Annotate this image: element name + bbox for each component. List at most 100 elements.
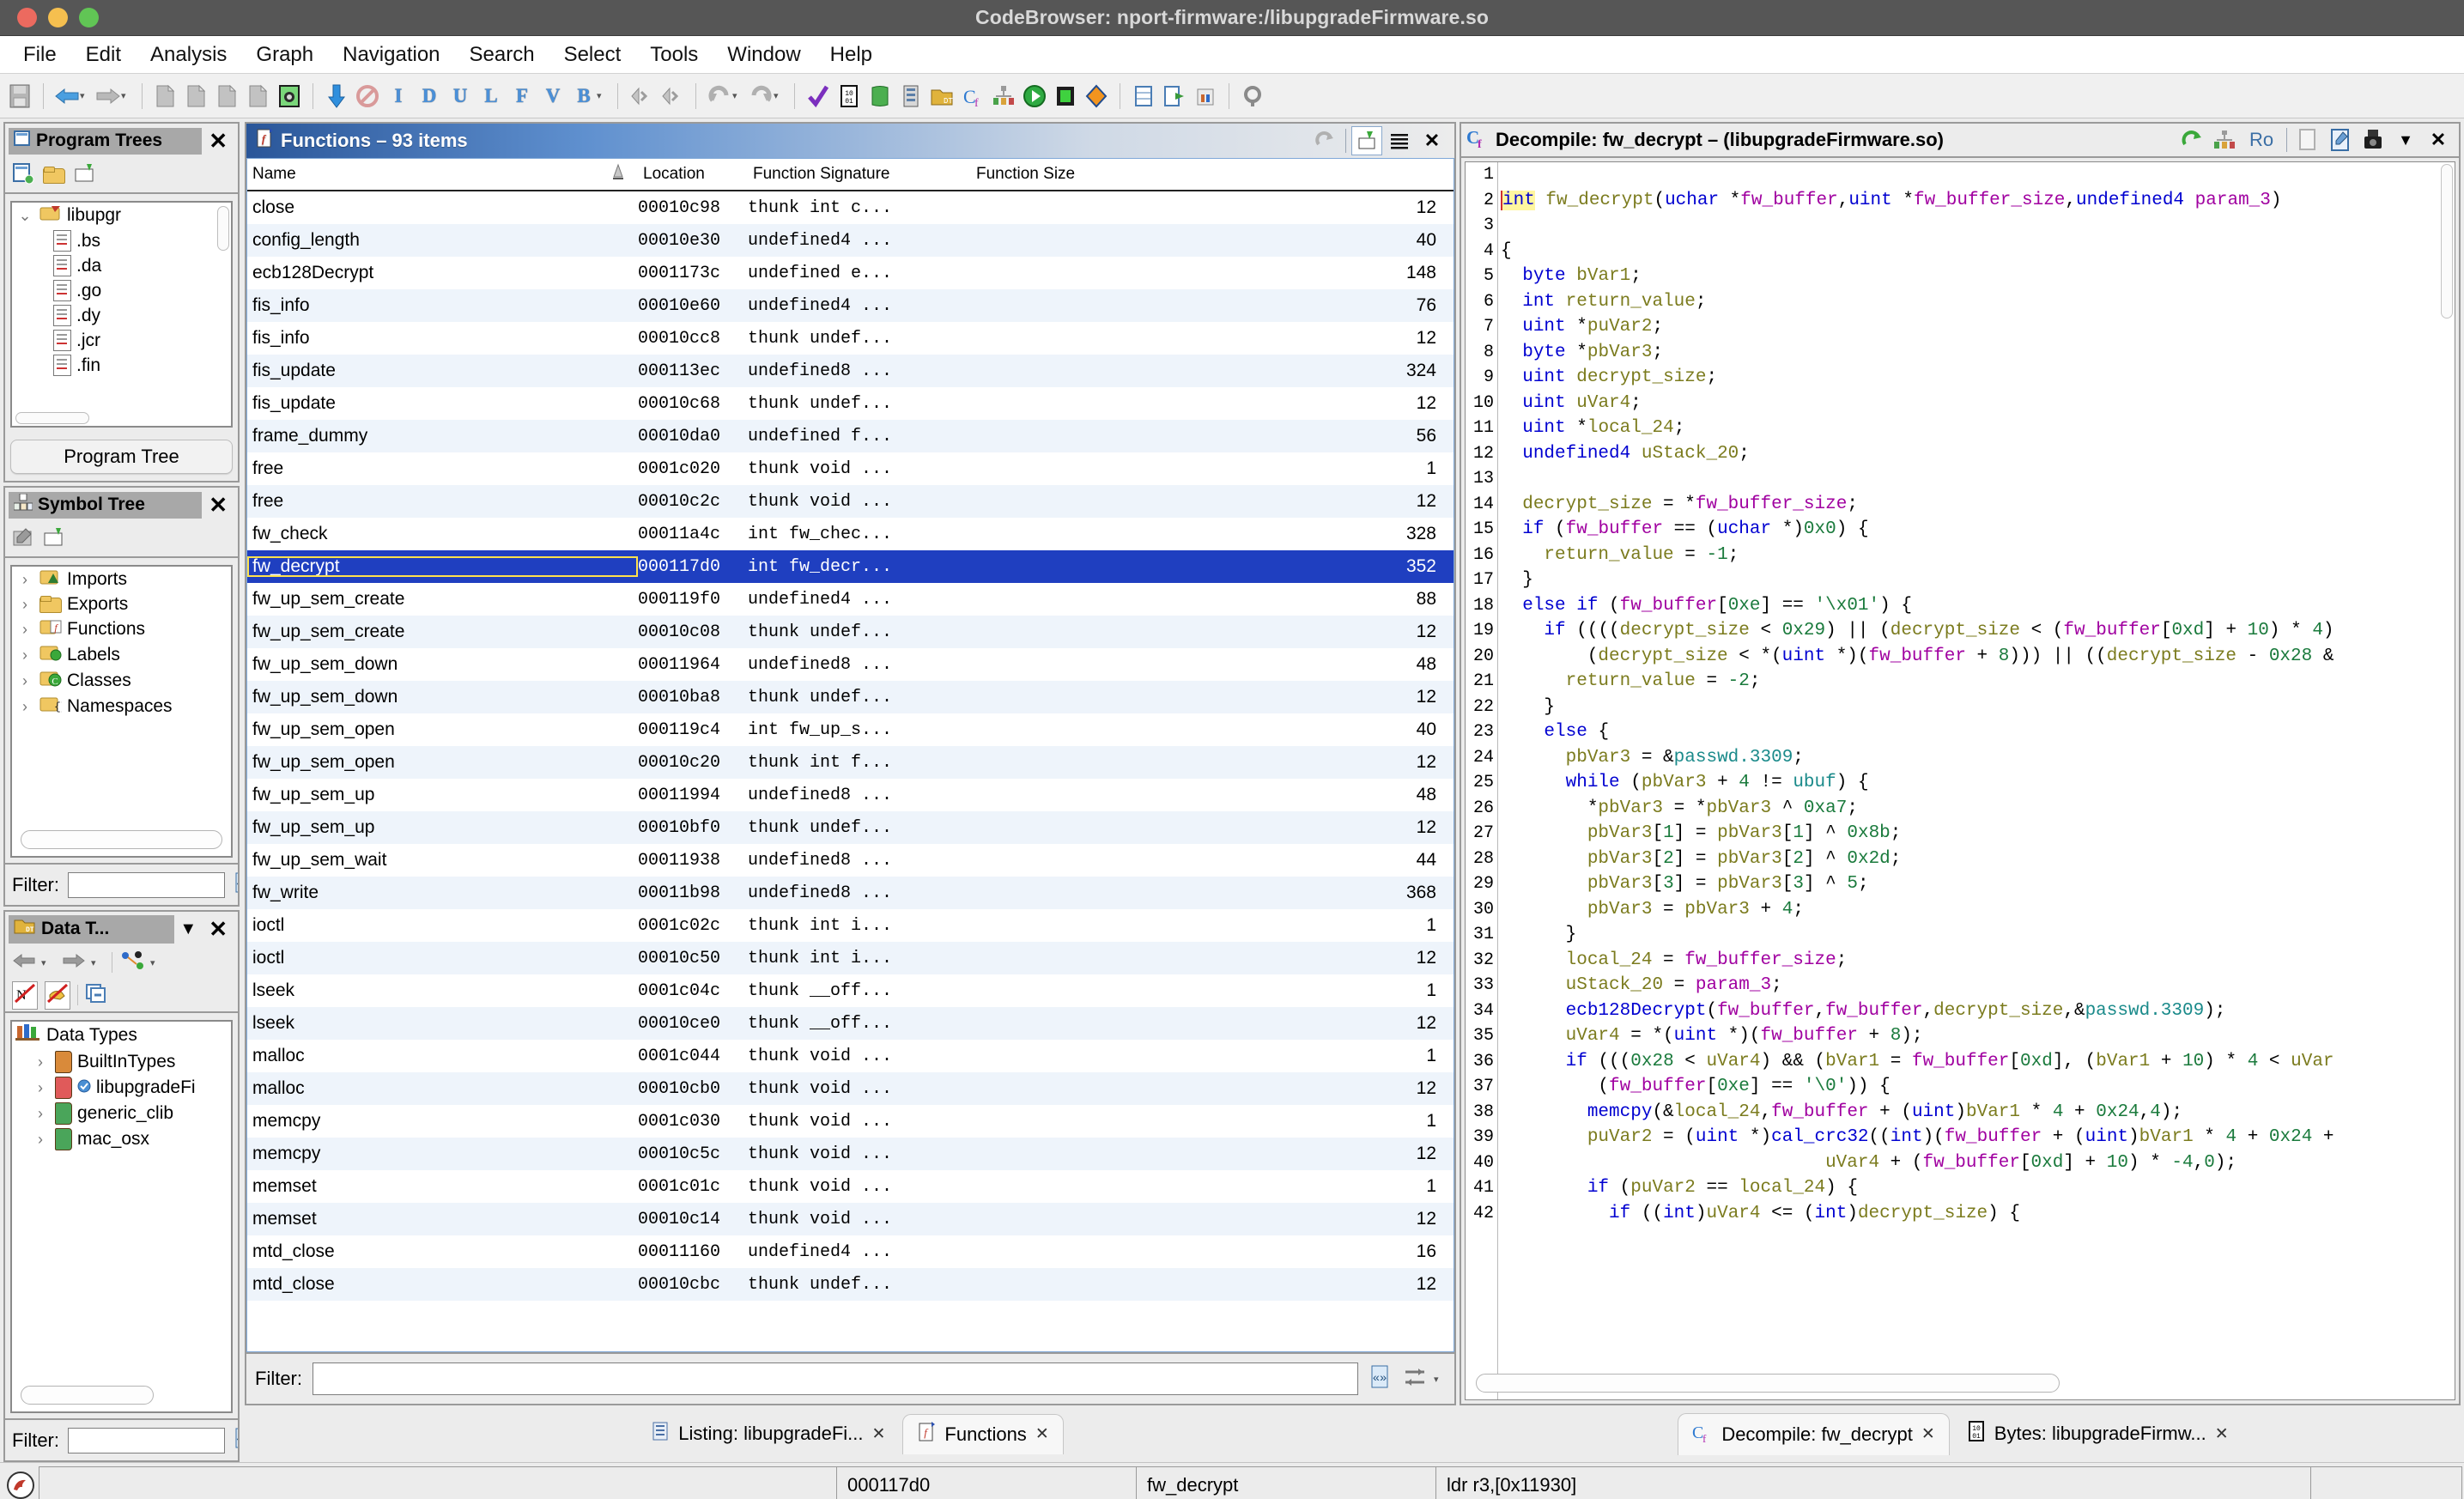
code-line[interactable]: int return_value; (1501, 289, 2455, 315)
table-row[interactable]: fw_decrypt 000117d0 int fw_decr... 352 (247, 550, 1454, 583)
archive-icon[interactable] (1191, 82, 1220, 111)
copy-icon[interactable] (2292, 125, 2323, 155)
functions-table[interactable]: Name Location Function Signature Functio… (246, 158, 1454, 1352)
table-row[interactable]: fw_up_sem_create 000119f0 undefined4 ... 88 (247, 583, 1454, 616)
select-forward-icon[interactable] (627, 82, 656, 111)
import-icon[interactable] (182, 82, 211, 111)
code-line[interactable]: uint uVar4; (1501, 391, 2455, 416)
code-line[interactable]: else { (1501, 719, 2455, 745)
program-trees-close-icon[interactable]: ✕ (202, 128, 234, 155)
code-line[interactable]: else if (fw_buffer[0xe] == '\x01') { (1501, 593, 2455, 619)
code-line[interactable]: uVar4 + (fw_buffer[0xd] + 10) * -4,0); (1501, 1150, 2455, 1176)
functions-table-body[interactable]: close 00010c98 thunk int c... 12 config_leng… (247, 191, 1454, 1351)
code-line[interactable]: if (((0x28 < uVar4) && (bVar1 = fw_buffe… (1501, 1049, 2455, 1075)
table-row[interactable]: mtd_close 00011160 undefined4 ... 16 (247, 1235, 1454, 1268)
toolbar-letter-i-icon[interactable]: I (384, 82, 413, 111)
chevron-right-icon[interactable]: › (15, 698, 34, 716)
menu-select[interactable]: Select (549, 40, 636, 70)
code-line[interactable]: ecb128Decrypt(fw_buffer,fw_buffer,decryp… (1501, 998, 2455, 1024)
refresh-icon[interactable] (2176, 125, 2207, 155)
save-icon[interactable] (5, 82, 34, 111)
forward-history-chevron-down-icon[interactable]: ▾ (121, 90, 133, 101)
chevron-right-icon[interactable]: › (15, 646, 34, 665)
menu-tools[interactable]: Tools (635, 40, 713, 70)
edit-icon[interactable] (2325, 125, 2356, 155)
select-rows-icon[interactable] (1351, 126, 1382, 155)
code-line[interactable]: pbVar3[2] = pbVar3[2] ^ 0x2d; (1501, 847, 2455, 872)
code-line[interactable]: (fw_buffer[0xe] == '\0')) { (1501, 1074, 2455, 1100)
table-row[interactable]: fw_up_sem_open 000119c4 int fw_up_s... 40 (247, 713, 1454, 746)
processor-icon[interactable] (1051, 82, 1080, 111)
table-row[interactable]: fw_check 00011a4c int fw_chec... 328 (247, 518, 1454, 550)
code-line[interactable]: if ((((decrypt_size < 0x29) || (decrypt_… (1501, 618, 2455, 644)
symbol-tree-close-icon[interactable]: ✕ (202, 492, 234, 519)
table-row[interactable]: ecb128Decrypt 0001173c undefined e... 148 (247, 257, 1454, 289)
table-row[interactable]: ioctl 00010c50 thunk int i... 12 (247, 942, 1454, 974)
table-row[interactable]: fis_info 00010e60 undefined4 ... 76 (247, 289, 1454, 322)
code-line[interactable]: uVar4 = *(uint *)(fw_buffer + 8); (1501, 1023, 2455, 1049)
list-item[interactable]: .dy (12, 303, 231, 328)
graph-chevron-down-icon[interactable]: ▾ (150, 957, 162, 968)
chevron-right-icon[interactable]: › (15, 571, 34, 589)
bytes-icon[interactable]: 10 01 (834, 82, 864, 111)
new-tree-icon[interactable] (12, 162, 34, 189)
data-types-tree[interactable]: Data Types › BuiltInTypes › libupgradeFi (10, 1020, 233, 1413)
list-item[interactable]: .bs (12, 228, 231, 253)
close-icon[interactable]: ✕ (1417, 126, 1447, 155)
menu-edit[interactable]: Edit (71, 40, 136, 70)
filter-options-icon[interactable]: «» (234, 871, 238, 898)
code-line[interactable] (1501, 162, 2455, 188)
sidebar-item-functions[interactable]: › f Functions (12, 616, 231, 642)
code-line[interactable]: { (1501, 239, 2455, 264)
table-row[interactable]: free 00010c2c thunk void ... 12 (247, 485, 1454, 518)
snapshot-icon[interactable] (2358, 125, 2388, 155)
close-icon[interactable]: ✕ (2423, 125, 2454, 155)
back-history-chevron-down-icon[interactable]: ▾ (80, 90, 92, 101)
table-row[interactable]: config_length 00010e30 undefined4 ... 40 (247, 224, 1454, 257)
export-icon[interactable] (151, 82, 180, 111)
scrollbar-horizontal[interactable] (1476, 1374, 2060, 1393)
symbol-tree-tree[interactable]: › Imports › Exports › f Functions › Labe… (10, 565, 233, 858)
table-row[interactable]: fw_up_sem_open 00010c20 thunk int f... 12 (247, 746, 1454, 779)
menu-search[interactable]: Search (455, 40, 549, 70)
snapshot-icon[interactable] (275, 82, 304, 111)
menu-file[interactable]: File (9, 40, 71, 70)
export-table-icon[interactable] (1160, 82, 1189, 111)
code-line[interactable]: *pbVar3 = *pbVar3 ^ 0xa7; (1501, 796, 2455, 822)
filter-chevron-down-icon[interactable]: ▾ (1434, 1374, 1446, 1385)
table-row[interactable]: fis_update 000113ec undefined8 ... 324 (247, 355, 1454, 387)
chevron-right-icon[interactable]: › (15, 596, 34, 614)
toolbar-letter-b-icon[interactable]: B (569, 82, 598, 111)
table-row[interactable]: fis_info 00010cc8 thunk undef... 12 (247, 322, 1454, 355)
code-line[interactable]: } (1501, 567, 2455, 593)
sidebar-item-exports[interactable]: › Exports (12, 592, 231, 616)
paste-special-icon[interactable] (244, 82, 273, 111)
table-row[interactable]: fw_write 00011b98 undefined8 ... 368 (247, 877, 1454, 909)
read-only-toggle[interactable]: Ro (2242, 125, 2281, 155)
undo-icon[interactable] (705, 82, 734, 111)
toolbar-letter-u-icon[interactable]: U (446, 82, 475, 111)
code-line[interactable]: pbVar3 = &passwd.3309; (1501, 745, 2455, 771)
table-row[interactable]: fis_update 00010c68 thunk undef... 12 (247, 387, 1454, 420)
toolbar-letter-d-icon[interactable]: D (415, 82, 444, 111)
table-row[interactable]: memset 0001c01c thunk void ... 1 (247, 1170, 1454, 1203)
memory-map-icon[interactable] (865, 82, 895, 111)
program-tree-button[interactable]: Program Tree (10, 440, 233, 474)
list-item[interactable]: .fin (12, 353, 231, 378)
code-line[interactable]: pbVar3[1] = pbVar3[1] ^ 0x8b; (1501, 821, 2455, 847)
list-item[interactable]: .da (12, 253, 231, 278)
menu-lines-icon[interactable] (1384, 126, 1415, 155)
chevron-down-icon[interactable]: ⌄ (15, 207, 34, 225)
table-row[interactable]: fw_up_sem_up 00010bf0 thunk undef... 12 (247, 811, 1454, 844)
data-types-scroll-pill[interactable] (21, 1386, 154, 1405)
rename-icon[interactable] (12, 526, 34, 553)
menu-help[interactable]: Help (816, 40, 887, 70)
tab-listing-close-icon[interactable]: ✕ (872, 1424, 886, 1444)
search-memory-icon[interactable] (1238, 82, 1267, 111)
code-line[interactable]: uint *local_24; (1501, 416, 2455, 441)
sidebar-item-namespaces[interactable]: › {} Namespaces (12, 694, 231, 719)
sidebar-item-generic-clib[interactable]: › generic_clib (12, 1101, 231, 1126)
data-types-close-icon[interactable]: ✕ (202, 916, 234, 943)
table-row[interactable]: memcpy 00010c5c thunk void ... 12 (247, 1138, 1454, 1170)
redo-chevron-down-icon[interactable]: ▾ (774, 90, 786, 101)
